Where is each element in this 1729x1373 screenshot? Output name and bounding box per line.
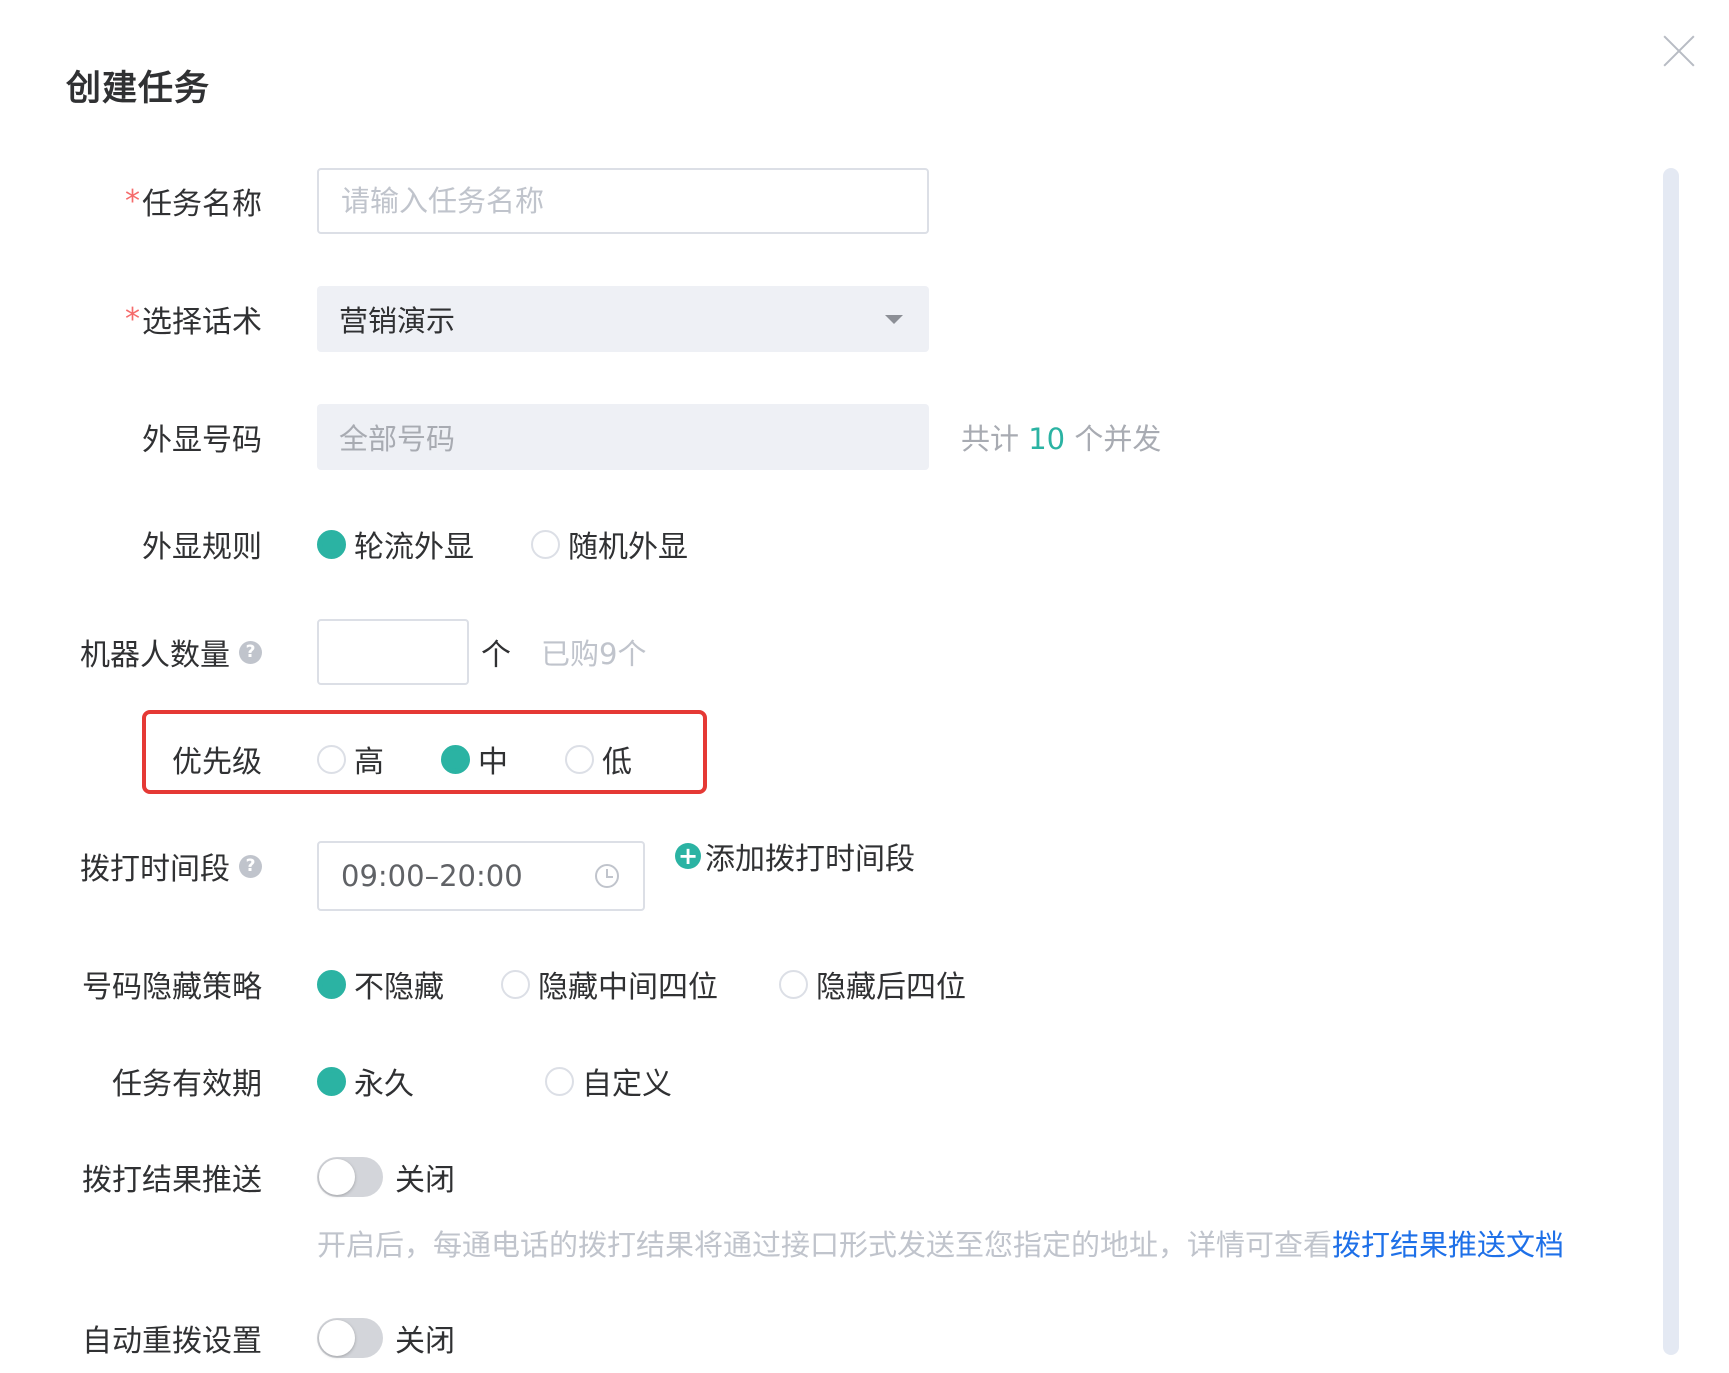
auto-redial-toggle[interactable] — [317, 1318, 383, 1358]
radio-permanent[interactable]: 永久 — [317, 1059, 545, 1103]
radio-indicator — [531, 529, 560, 559]
priority-label: 优先级 — [172, 745, 262, 780]
result-push-state: 关闭 — [395, 1163, 455, 1198]
radio-indicator — [501, 969, 530, 999]
robot-count-input[interactable] — [317, 619, 469, 685]
add-time-period-button[interactable]: + 添加拨打时间段 — [675, 834, 915, 878]
robot-count-unit: 个 — [481, 638, 511, 673]
form-row-robot-count: 机器人数量 ? 个 已购9个 — [0, 617, 1650, 687]
script-select[interactable]: 营销演示 — [317, 286, 929, 352]
caller-id-label: 外显号码 — [142, 423, 262, 458]
radio-indicator — [317, 744, 346, 774]
radio-random[interactable]: 随机外显 — [531, 522, 688, 566]
task-name-label: * 任务名称 — [125, 183, 262, 223]
form-row-priority: 优先级 高 中 低 — [0, 724, 1650, 794]
result-push-toggle[interactable] — [317, 1157, 383, 1197]
radio-indicator — [317, 969, 346, 999]
number-hiding-label: 号码隐藏策略 — [82, 970, 262, 1005]
close-icon[interactable] — [1662, 34, 1696, 68]
robot-count-label: 机器人数量 ? — [80, 617, 262, 687]
radio-priority-medium[interactable]: 中 — [441, 737, 565, 781]
dialog-title: 创建任务 — [66, 69, 211, 109]
call-period-label: 拨打时间段 ? — [80, 831, 262, 901]
result-push-doc-link[interactable]: 拨打结果推送文档 — [1332, 1228, 1564, 1262]
scrollbar[interactable] — [1663, 168, 1679, 1355]
radio-priority-high[interactable]: 高 — [317, 737, 441, 781]
script-label: * 选择话术 — [125, 301, 262, 341]
chevron-down-icon — [885, 315, 903, 324]
radio-indicator — [779, 969, 808, 999]
toggle-knob — [319, 1320, 355, 1356]
caller-id-select[interactable]: 全部号码 — [317, 404, 929, 470]
radio-indicator — [565, 744, 594, 774]
concurrency-hint: 共计 10 个并发 — [961, 422, 1162, 456]
radio-custom[interactable]: 自定义 — [545, 1059, 672, 1103]
clock-icon — [595, 864, 619, 888]
caller-id-value: 全部号码 — [339, 422, 456, 456]
form-row-auto-redial: 自动重拨设置 关闭 — [0, 1303, 1650, 1373]
toggle-knob — [319, 1159, 355, 1195]
form-row-script: * 选择话术 营销演示 — [0, 284, 1650, 354]
auto-redial-state: 关闭 — [395, 1324, 455, 1359]
concurrency-count: 10 — [1028, 422, 1066, 456]
result-push-description: 开启后，每通电话的拨打结果将通过接口形式发送至您指定的地址，详情可查看拨打结果推… — [317, 1228, 1565, 1262]
radio-no-hide[interactable]: 不隐藏 — [317, 962, 501, 1006]
form-row-validity: 任务有效期 永久 自定义 — [0, 1046, 1650, 1116]
form-row-result-push: 拨打结果推送 关闭 — [0, 1142, 1650, 1212]
radio-indicator — [545, 1066, 574, 1096]
auto-redial-label: 自动重拨设置 — [82, 1324, 262, 1359]
script-select-value: 营销演示 — [339, 304, 456, 338]
radio-priority-low[interactable]: 低 — [565, 737, 632, 781]
plus-circle-icon: + — [675, 843, 701, 869]
task-name-input[interactable] — [317, 168, 929, 234]
robot-purchased-hint: 已购9个 — [541, 637, 647, 671]
validity-label: 任务有效期 — [112, 1067, 262, 1102]
radio-hide-last[interactable]: 隐藏后四位 — [779, 962, 966, 1006]
form-row-number-hiding: 号码隐藏策略 不隐藏 隐藏中间四位 隐藏后四位 — [0, 949, 1650, 1019]
time-range-picker[interactable]: 09:00–20:00 — [317, 841, 645, 911]
form-row-task-name: * 任务名称 — [0, 166, 1650, 236]
radio-indicator — [441, 744, 470, 774]
result-push-label: 拨打结果推送 — [82, 1163, 262, 1198]
required-mark: * — [125, 183, 140, 219]
radio-indicator — [317, 1066, 346, 1096]
help-icon[interactable]: ? — [239, 854, 262, 878]
required-mark: * — [125, 301, 140, 337]
radio-hide-middle[interactable]: 隐藏中间四位 — [501, 962, 779, 1006]
form-row-caller-rule: 外显规则 轮流外显 随机外显 — [0, 509, 1650, 579]
radio-rotate[interactable]: 轮流外显 — [317, 522, 531, 566]
radio-indicator — [317, 529, 346, 559]
form-row-caller-id: 外显号码 全部号码 共计 10 个并发 — [0, 402, 1650, 472]
help-icon[interactable]: ? — [239, 640, 262, 664]
time-range-value: 09:00–20:00 — [341, 859, 523, 893]
caller-rule-label: 外显规则 — [142, 530, 262, 565]
